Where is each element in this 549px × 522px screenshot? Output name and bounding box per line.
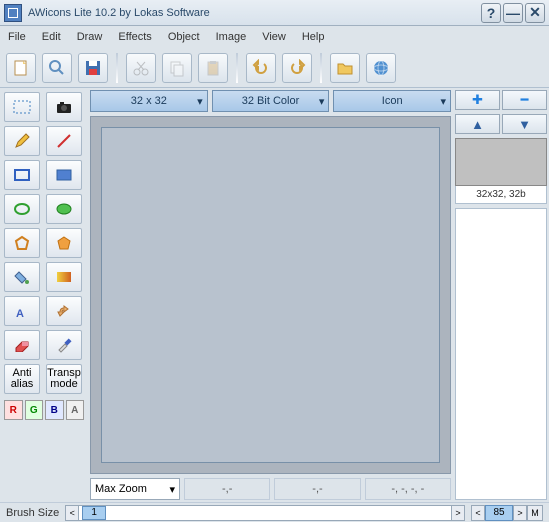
zoom-value: Max Zoom [95, 483, 147, 495]
canvas-viewport[interactable] [90, 116, 451, 474]
eyedropper-tool[interactable] [46, 330, 82, 360]
fill-tool[interactable] [4, 262, 40, 292]
window-title: AWicons Lite 10.2 by Lokas Software [28, 7, 479, 19]
brush-size-label: Brush Size [6, 507, 59, 519]
toolbar-separator [236, 53, 238, 83]
open-folder-button[interactable] [330, 53, 360, 83]
rgba-channels: R G B A [4, 400, 84, 420]
toolbar-separator [116, 53, 118, 83]
antialias-label: Anti alias [11, 368, 34, 390]
transparency-toggle[interactable]: Transp mode [46, 364, 82, 394]
tool-panel: A Anti alias Transp mode R G B A [0, 88, 88, 502]
move-up-button[interactable]: ▲ [455, 114, 500, 134]
line-tool[interactable] [46, 126, 82, 156]
colordepth-value: 32 Bit Color [242, 95, 299, 107]
pencil-tool[interactable] [4, 126, 40, 156]
filled-rectangle-tool[interactable] [46, 160, 82, 190]
brush-increase-button[interactable]: > [451, 505, 465, 521]
toolbar-separator [320, 53, 322, 83]
preview-thumbnail[interactable] [455, 138, 547, 186]
right-decrease-button[interactable]: < [471, 505, 485, 521]
brush-size-slider[interactable]: < 1 > [65, 505, 465, 521]
right-value: 85 [485, 505, 513, 521]
undo-button[interactable] [246, 53, 276, 83]
zoom-button[interactable] [42, 53, 72, 83]
help-button[interactable]: ? [481, 3, 501, 23]
menu-file[interactable]: File [8, 31, 26, 43]
gradient-tool[interactable] [46, 262, 82, 292]
web-button[interactable] [366, 53, 396, 83]
format-list[interactable] [455, 208, 547, 500]
move-down-button[interactable]: ▼ [502, 114, 547, 134]
menubar: File Edit Draw Effects Object Image View… [0, 26, 549, 48]
eraser-tool[interactable] [4, 330, 40, 360]
ellipse-tool[interactable] [4, 194, 40, 224]
filled-polygon-tool[interactable] [46, 228, 82, 258]
right-increase-button[interactable]: > [513, 505, 527, 521]
type-value: Icon [382, 95, 403, 107]
svg-text:A: A [16, 308, 24, 319]
channel-g[interactable]: G [25, 400, 44, 420]
brush-size-value[interactable]: 1 [82, 506, 106, 520]
menu-effects[interactable]: Effects [118, 31, 151, 43]
add-format-button[interactable]: ✚ [455, 90, 500, 110]
main-toolbar [0, 48, 549, 88]
remove-format-button[interactable]: ━ [502, 90, 547, 110]
coord-1: -,- [184, 478, 270, 500]
transp-label: Transp mode [47, 368, 81, 390]
channel-a[interactable]: A [66, 400, 85, 420]
center-column: 32 x 32 32 Bit Color Icon Max Zoom -,- -… [88, 88, 453, 502]
menu-draw[interactable]: Draw [77, 31, 103, 43]
size-value: 32 x 32 [131, 95, 167, 107]
new-button[interactable] [6, 53, 36, 83]
brush-slider-track[interactable]: 1 [79, 505, 451, 521]
select-rect-tool[interactable] [4, 92, 40, 122]
zoom-dropdown[interactable]: Max Zoom [90, 478, 180, 500]
camera-tool[interactable] [46, 92, 82, 122]
preview-label: 32x32, 32b [455, 186, 547, 204]
paste-button[interactable] [198, 53, 228, 83]
titlebar: AWicons Lite 10.2 by Lokas Software ? — … [0, 0, 549, 26]
type-dropdown[interactable]: Icon [333, 90, 451, 112]
app-icon [4, 4, 22, 22]
brush-decrease-button[interactable]: < [65, 505, 79, 521]
menu-help[interactable]: Help [302, 31, 325, 43]
minimize-button[interactable]: — [503, 3, 523, 23]
save-button[interactable] [78, 53, 108, 83]
move-tool[interactable] [46, 296, 82, 326]
copy-button[interactable] [162, 53, 192, 83]
right-panel: ✚ ━ ▲ ▼ 32x32, 32b [453, 88, 549, 502]
menu-edit[interactable]: Edit [42, 31, 61, 43]
statusbar: Brush Size < 1 > < 85 > M [0, 502, 549, 522]
channel-b[interactable]: B [45, 400, 64, 420]
menu-object[interactable]: Object [168, 31, 200, 43]
size-dropdown[interactable]: 32 x 32 [90, 90, 208, 112]
redo-button[interactable] [282, 53, 312, 83]
coord-3: -, -, -, - [365, 478, 451, 500]
antialias-toggle[interactable]: Anti alias [4, 364, 40, 394]
close-button[interactable]: ✕ [525, 3, 545, 23]
canvas[interactable] [101, 127, 440, 463]
filled-ellipse-tool[interactable] [46, 194, 82, 224]
menu-image[interactable]: Image [216, 31, 247, 43]
cut-button[interactable] [126, 53, 156, 83]
color-depth-dropdown[interactable]: 32 Bit Color [212, 90, 330, 112]
m-button[interactable]: M [527, 505, 543, 521]
text-tool[interactable]: A [4, 296, 40, 326]
coord-2: -,- [274, 478, 360, 500]
channel-r[interactable]: R [4, 400, 23, 420]
rectangle-tool[interactable] [4, 160, 40, 190]
menu-view[interactable]: View [262, 31, 286, 43]
polygon-tool[interactable] [4, 228, 40, 258]
